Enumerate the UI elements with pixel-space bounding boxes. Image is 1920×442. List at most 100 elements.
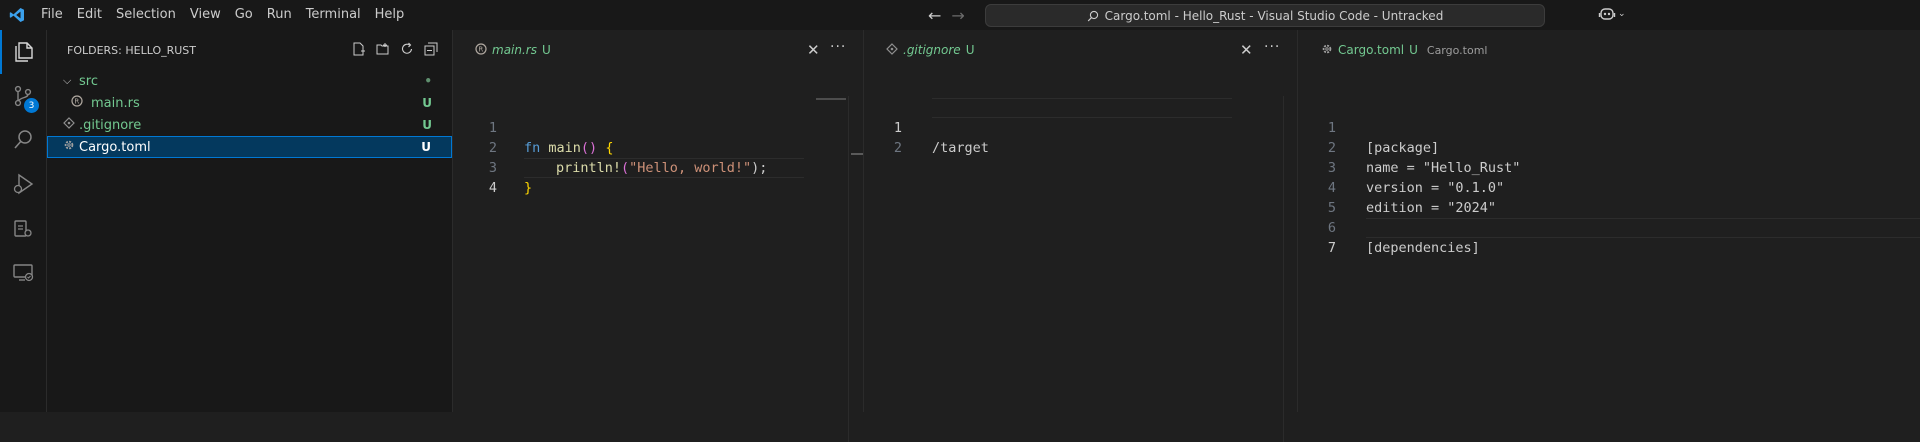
rust-file-icon: R	[475, 42, 487, 58]
chevron-down-icon: ⌵	[63, 74, 72, 87]
code-line: 4 edition = "2024"	[1298, 158, 1920, 216]
tree-item-status: U	[422, 118, 432, 132]
search-icon[interactable]	[0, 118, 46, 162]
copilot-icon	[1598, 8, 1616, 20]
more-actions-icon[interactable]: ···	[1264, 39, 1280, 55]
code-line: 7	[1298, 218, 1920, 256]
extensions-icon[interactable]	[0, 206, 46, 250]
explorer-icon[interactable]	[0, 30, 46, 74]
more-actions-icon[interactable]: ···	[830, 39, 846, 55]
menu-help[interactable]: Help	[368, 0, 412, 30]
minimap-line	[816, 98, 846, 100]
tab-main-rs[interactable]: R main.rs U	[475, 42, 551, 58]
tree-item-label: src	[79, 73, 98, 89]
menu-go[interactable]: Go	[228, 0, 260, 30]
code-token: }	[524, 180, 533, 196]
title-bar: File Edit Selection View Go Run Terminal…	[0, 0, 1920, 30]
code-line: 1 /target	[864, 98, 1297, 156]
menu-bar: File Edit Selection View Go Run Terminal…	[34, 0, 411, 30]
menu-view[interactable]: View	[183, 0, 228, 30]
vertical-scrollbar[interactable]	[1283, 96, 1298, 442]
remote-explorer-icon[interactable]	[0, 250, 46, 294]
git-file-icon	[63, 117, 77, 133]
code-line: 6 [dependencies]	[1298, 198, 1920, 256]
code-text: /target	[932, 140, 989, 156]
chevron-down-icon: ⌄	[1618, 9, 1626, 19]
scrollbar-marker	[851, 153, 863, 155]
tree-folder-src[interactable]: ⌵ src •	[47, 70, 452, 92]
code-line: 1 [package]	[1298, 98, 1920, 156]
gear-icon	[63, 139, 77, 155]
navigation-controls: ← →	[928, 0, 965, 30]
explorer-title: FOLDERS: HELLO_RUST	[67, 43, 197, 57]
code-line: 1 fn main() {	[453, 98, 863, 156]
code-text: [dependencies]	[1366, 240, 1480, 256]
command-center[interactable]: Cargo.toml - Hello_Rust - Visual Studio …	[985, 4, 1545, 27]
tree-item-status: •	[424, 74, 432, 88]
tree-file-cargo-toml[interactable]: Cargo.toml U	[47, 136, 452, 158]
gear-icon	[1321, 43, 1333, 58]
tree-item-status: U	[422, 96, 432, 110]
new-file-icon[interactable]	[352, 42, 366, 56]
code-editor-cargo-toml[interactable]: 1 [package] 2 name = "Hello_Rust" 3 vers…	[1298, 98, 1920, 256]
menu-edit[interactable]: Edit	[70, 0, 109, 30]
code-line: 2	[864, 118, 1297, 156]
code-editor-main-rs[interactable]: 1 fn main() { 2 println!("Hello, world!"…	[453, 98, 863, 196]
svg-text:R: R	[478, 45, 483, 53]
tab-status: U	[1409, 43, 1418, 57]
code-line: 3 }	[453, 138, 863, 196]
code-line: 3 version = "0.1.0"	[1298, 138, 1920, 196]
editor-tabbar: R main.rs U ✕ ···	[453, 30, 863, 70]
new-folder-icon[interactable]	[376, 42, 390, 56]
menu-terminal[interactable]: Terminal	[299, 0, 368, 30]
forward-arrow-icon[interactable]: →	[951, 6, 964, 25]
tree-item-label: main.rs	[91, 95, 140, 111]
activity-bar: 3	[0, 30, 47, 412]
tab-gitignore[interactable]: .gitignore U	[886, 42, 975, 58]
command-center-label: Cargo.toml - Hello_Rust - Visual Studio …	[1104, 8, 1444, 23]
refresh-icon[interactable]	[400, 42, 414, 56]
explorer-actions	[352, 42, 438, 56]
tree-file-main-rs[interactable]: R main.rs U	[47, 92, 452, 114]
tab-label: Cargo.toml	[1338, 43, 1405, 57]
code-line: 2 name = "Hello_Rust"	[1298, 118, 1920, 176]
close-icon[interactable]: ✕	[1240, 41, 1253, 59]
line-number: 7	[1327, 240, 1336, 256]
source-control-badge: 3	[24, 98, 39, 113]
collapse-all-icon[interactable]	[424, 42, 438, 56]
menu-run[interactable]: Run	[260, 0, 299, 30]
editor-group-main-rs: R main.rs U ✕ ··· 1 fn main() { 2 printl…	[453, 30, 863, 442]
search-icon	[1087, 10, 1098, 21]
code-line: 4	[453, 158, 863, 196]
code-line: 2 println!("Hello, world!");	[453, 118, 863, 176]
back-arrow-icon[interactable]: ←	[928, 6, 941, 25]
rust-file-icon: R	[71, 95, 85, 111]
menu-file[interactable]: File	[34, 0, 70, 30]
code-line: 5	[1298, 178, 1920, 216]
vscode-logo-icon	[0, 0, 34, 30]
tree-item-label: Cargo.toml	[79, 139, 151, 155]
tab-label: main.rs	[492, 43, 537, 57]
tree-item-status: U	[421, 140, 431, 154]
tab-status: U	[965, 43, 975, 57]
tab-description: Cargo.toml	[1426, 43, 1488, 57]
source-control-icon[interactable]: 3	[0, 74, 46, 118]
copilot-button[interactable]: ⌄	[1598, 5, 1626, 23]
close-icon[interactable]: ✕	[807, 41, 820, 59]
vertical-scrollbar[interactable]	[848, 96, 863, 442]
tree-file-gitignore[interactable]: .gitignore U	[47, 114, 452, 136]
editor-tabbar: Cargo.toml U Cargo.toml	[1298, 30, 1920, 70]
tab-label: .gitignore	[903, 43, 961, 57]
tree-item-label: .gitignore	[79, 117, 142, 133]
menu-selection[interactable]: Selection	[109, 0, 183, 30]
explorer-sidebar: FOLDERS: HELLO_RUST ⌵ src • R main.rs U	[47, 30, 453, 412]
editor-group-cargo-toml: Cargo.toml U Cargo.toml 1 [package] 2 na…	[1298, 30, 1920, 412]
run-debug-icon[interactable]	[0, 162, 46, 206]
line-number: 2	[893, 140, 902, 156]
tab-cargo-toml[interactable]: Cargo.toml U Cargo.toml	[1321, 43, 1487, 58]
code-editor-gitignore[interactable]: 1 /target 2	[864, 98, 1297, 156]
explorer-header: FOLDERS: HELLO_RUST	[47, 30, 452, 70]
editor-tabbar: .gitignore U ✕ ···	[864, 30, 1297, 70]
line-number: 4	[488, 180, 497, 196]
editor-group-gitignore: .gitignore U ✕ ··· 1 /target 2	[864, 30, 1298, 442]
